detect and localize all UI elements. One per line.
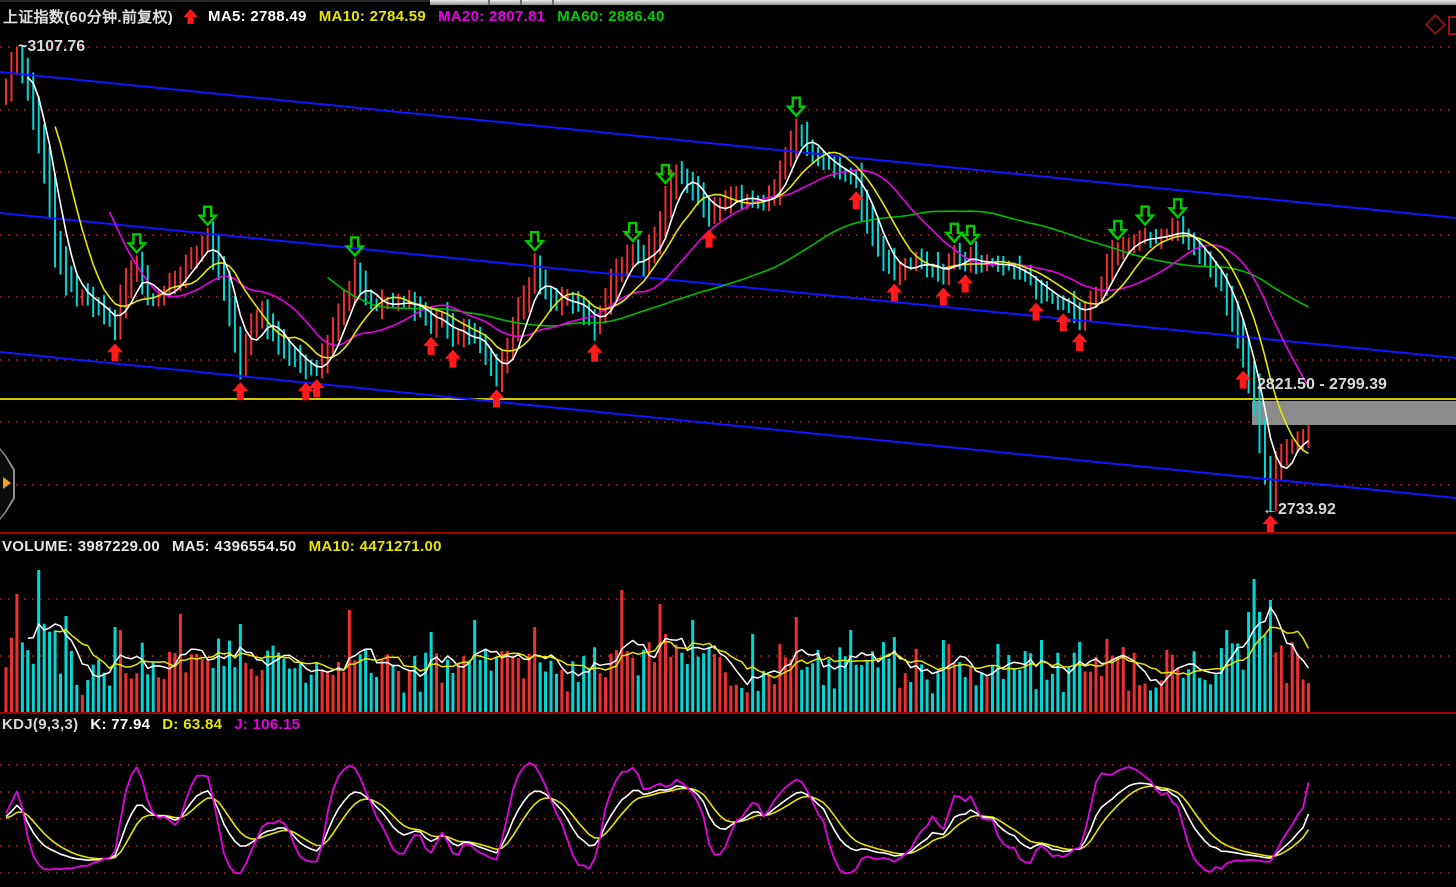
ma60-value: MA60: 2886.40 — [557, 8, 664, 25]
kdj-d-value: D: 63.84 — [162, 716, 222, 733]
scrollbar-notch — [552, 0, 554, 5]
volume-ma10-value: MA10: 4471271.00 — [309, 538, 442, 555]
chart-canvas[interactable] — [0, 0, 1456, 887]
ma5-value: MA5: 2788.49 — [208, 8, 307, 25]
volume-header: VOLUME: 3987229.00 MA5: 4396554.50 MA10:… — [2, 538, 442, 555]
expand-arrow-icon — [3, 477, 11, 489]
volume-ma5-value: MA5: 4396554.50 — [172, 538, 297, 555]
low-price-annotation: ←2733.92 — [1262, 501, 1336, 519]
kdj-k-value: K: 77.94 — [90, 716, 150, 733]
volume-value: VOLUME: 3987229.00 — [2, 538, 160, 555]
high-price-annotation: ~3107.76 — [18, 38, 85, 56]
chart-title: 上证指数(60分钟.前复权) — [3, 6, 173, 27]
kdj-j-value: J: 106.15 — [234, 716, 300, 733]
gap-range-annotation: 2821.50 - 2799.39 — [1257, 376, 1387, 394]
edge-partial-icon[interactable] — [1448, 16, 1456, 35]
kdj-header: KDJ(9,3,3) K: 77.94 D: 63.84 J: 106.15 — [2, 716, 300, 733]
signal-up-arrow-icon — [183, 8, 198, 25]
top-edge-line — [0, 0, 430, 2]
scrollbar-notch — [520, 0, 522, 5]
kdj-name: KDJ(9,3,3) — [2, 716, 78, 733]
stock-chart-app: 上证指数(60分钟.前复权) MA5: 2788.49 MA10: 2784.5… — [0, 0, 1456, 887]
main-chart-header: 上证指数(60分钟.前复权) MA5: 2788.49 MA10: 2784.5… — [3, 6, 665, 27]
scrollbar-notch — [488, 0, 490, 5]
top-scrollbar[interactable] — [430, 0, 1456, 5]
ma20-value: MA20: 2807.81 — [438, 8, 545, 25]
ma10-value: MA10: 2784.59 — [319, 8, 426, 25]
